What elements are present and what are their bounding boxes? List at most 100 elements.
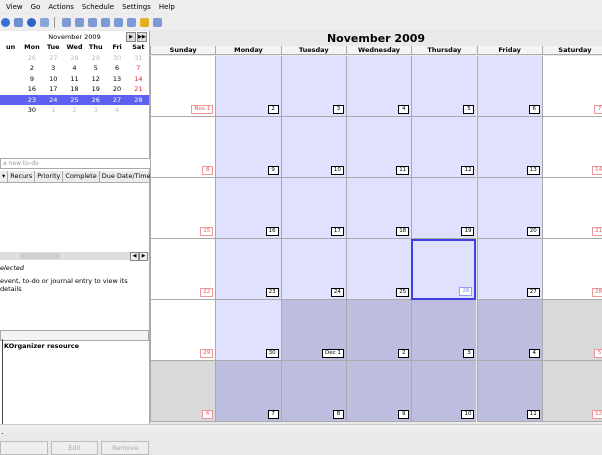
datepicker-day[interactable]: 21: [128, 84, 149, 95]
day-cell[interactable]: 8: [150, 117, 216, 178]
day-cell[interactable]: 19: [411, 178, 477, 239]
day-cell[interactable]: 27: [476, 239, 542, 300]
menu-help[interactable]: Help: [159, 3, 175, 11]
datepicker-day[interactable]: 23: [21, 94, 43, 105]
datepicker-day[interactable]: [0, 74, 21, 85]
day-cell[interactable]: 7: [215, 361, 281, 422]
datepicker-day[interactable]: 17: [43, 84, 64, 95]
datepicker-day[interactable]: 2: [64, 105, 85, 116]
datepicker-day[interactable]: 9: [21, 74, 42, 85]
day-cell[interactable]: 3: [280, 56, 346, 117]
day-cell[interactable]: 21: [541, 178, 602, 239]
datepicker-day[interactable]: 16: [21, 84, 42, 95]
view-day-icon[interactable]: [62, 17, 71, 27]
datepicker-day[interactable]: 6: [106, 63, 127, 74]
view-list-icon[interactable]: [114, 17, 123, 27]
datepicker-day[interactable]: 14: [128, 74, 149, 85]
day-cell[interactable]: 11: [476, 361, 542, 422]
day-cell[interactable]: 16: [215, 178, 281, 239]
day-cell[interactable]: 10: [411, 361, 477, 422]
day-cell[interactable]: 2: [345, 300, 412, 361]
resource-add-button[interactable]: [0, 441, 48, 455]
datepicker-day[interactable]: 13: [106, 74, 127, 85]
datepicker-day[interactable]: 11: [64, 74, 85, 85]
datepicker-day[interactable]: [0, 94, 22, 105]
datepicker-day[interactable]: [0, 53, 21, 64]
datepicker-day[interactable]: [0, 84, 21, 95]
datepicker-day[interactable]: 7: [128, 63, 149, 74]
day-cell[interactable]: 17: [280, 178, 346, 239]
day-cell[interactable]: Nov 1: [150, 56, 216, 117]
menu-settings[interactable]: Settings: [122, 3, 151, 11]
day-cell[interactable]: 25: [345, 239, 412, 300]
menu-schedule[interactable]: Schedule: [82, 3, 114, 11]
resource-remove-button[interactable]: Remove: [101, 441, 150, 455]
datepicker-day[interactable]: 10: [43, 74, 64, 85]
datepicker-day[interactable]: 26: [85, 94, 107, 105]
day-cell[interactable]: 30: [215, 300, 281, 361]
datepicker-day[interactable]: 4: [64, 63, 85, 74]
datepicker-day[interactable]: 1: [43, 105, 64, 116]
view-workweek-icon[interactable]: [75, 17, 84, 27]
todo-column-complete[interactable]: Complete: [63, 171, 100, 182]
day-cell[interactable]: 2: [215, 56, 281, 117]
datepicker-day[interactable]: 31: [128, 53, 149, 64]
datepicker-day[interactable]: 27: [43, 53, 64, 64]
day-cell[interactable]: 28: [541, 239, 602, 300]
day-cell[interactable]: 10: [280, 117, 346, 178]
new-todo-icon[interactable]: [14, 17, 23, 27]
day-cell[interactable]: 6: [150, 361, 216, 422]
datepicker-day[interactable]: 12: [85, 74, 106, 85]
menu-view[interactable]: View: [6, 3, 23, 11]
day-cell[interactable]: Dec 1: [280, 300, 346, 361]
scroll-left-icon[interactable]: ◀: [130, 252, 139, 261]
datepicker-day[interactable]: 28: [127, 94, 149, 105]
day-cell[interactable]: 3: [411, 300, 477, 361]
datepicker-day[interactable]: 4: [106, 105, 127, 116]
scrollbar-thumb[interactable]: [20, 253, 60, 259]
day-cell[interactable]: 8: [280, 361, 346, 422]
datepicker-day[interactable]: 2: [21, 63, 42, 74]
day-cell[interactable]: 15: [150, 178, 216, 239]
find-icon[interactable]: [40, 17, 49, 27]
day-cell[interactable]: 12: [541, 361, 602, 422]
todo-column-due[interactable]: Due Date/Time: [100, 171, 154, 182]
todo-scrollbar[interactable]: ◀ ▶: [0, 252, 149, 261]
datepicker-day[interactable]: 26: [21, 53, 42, 64]
resource-item[interactable]: KOrganizer resource: [4, 342, 79, 350]
todo-column-priority[interactable]: Priority: [35, 171, 64, 182]
datepicker-day[interactable]: 29: [85, 53, 106, 64]
datepicker-day[interactable]: 3: [43, 63, 64, 74]
datepicker-day[interactable]: 24: [42, 94, 64, 105]
datepicker-day[interactable]: 30: [106, 53, 127, 64]
datepicker-day[interactable]: 5: [85, 63, 106, 74]
day-cell[interactable]: 29: [150, 300, 216, 361]
day-cell[interactable]: 4: [476, 300, 542, 361]
menu-go[interactable]: Go: [31, 3, 41, 11]
day-cell[interactable]: 12: [411, 117, 477, 178]
datepicker-day[interactable]: 3: [85, 105, 106, 116]
datepicker-day[interactable]: [128, 105, 149, 116]
datepicker-day[interactable]: 20: [106, 84, 127, 95]
datepicker-day[interactable]: 27: [106, 94, 128, 105]
day-cell[interactable]: 20: [476, 178, 542, 239]
day-cell[interactable]: 5: [541, 300, 602, 361]
quick-todo-input[interactable]: a new to-do: [0, 158, 151, 169]
resource-edit-button[interactable]: Edit: [50, 441, 99, 455]
view-month-icon[interactable]: [127, 17, 136, 27]
day-cell[interactable]: 14: [541, 117, 602, 178]
day-cell[interactable]: 26: [411, 239, 477, 300]
view-todo-icon[interactable]: [153, 17, 162, 27]
day-cell[interactable]: 9: [215, 117, 281, 178]
menu-actions[interactable]: Actions: [48, 3, 74, 11]
new-event-icon[interactable]: [1, 17, 10, 27]
day-cell[interactable]: 11: [345, 117, 412, 178]
scroll-right-icon[interactable]: ▶: [139, 252, 148, 261]
day-cell[interactable]: 22: [150, 239, 216, 300]
datepicker-day[interactable]: [0, 63, 21, 74]
day-cell[interactable]: 7: [541, 56, 602, 117]
view-week-icon[interactable]: [88, 17, 97, 27]
datepicker-day[interactable]: 19: [85, 84, 106, 95]
day-cell[interactable]: 6: [476, 56, 542, 117]
todo-column-toggle[interactable]: ▾: [0, 171, 9, 182]
